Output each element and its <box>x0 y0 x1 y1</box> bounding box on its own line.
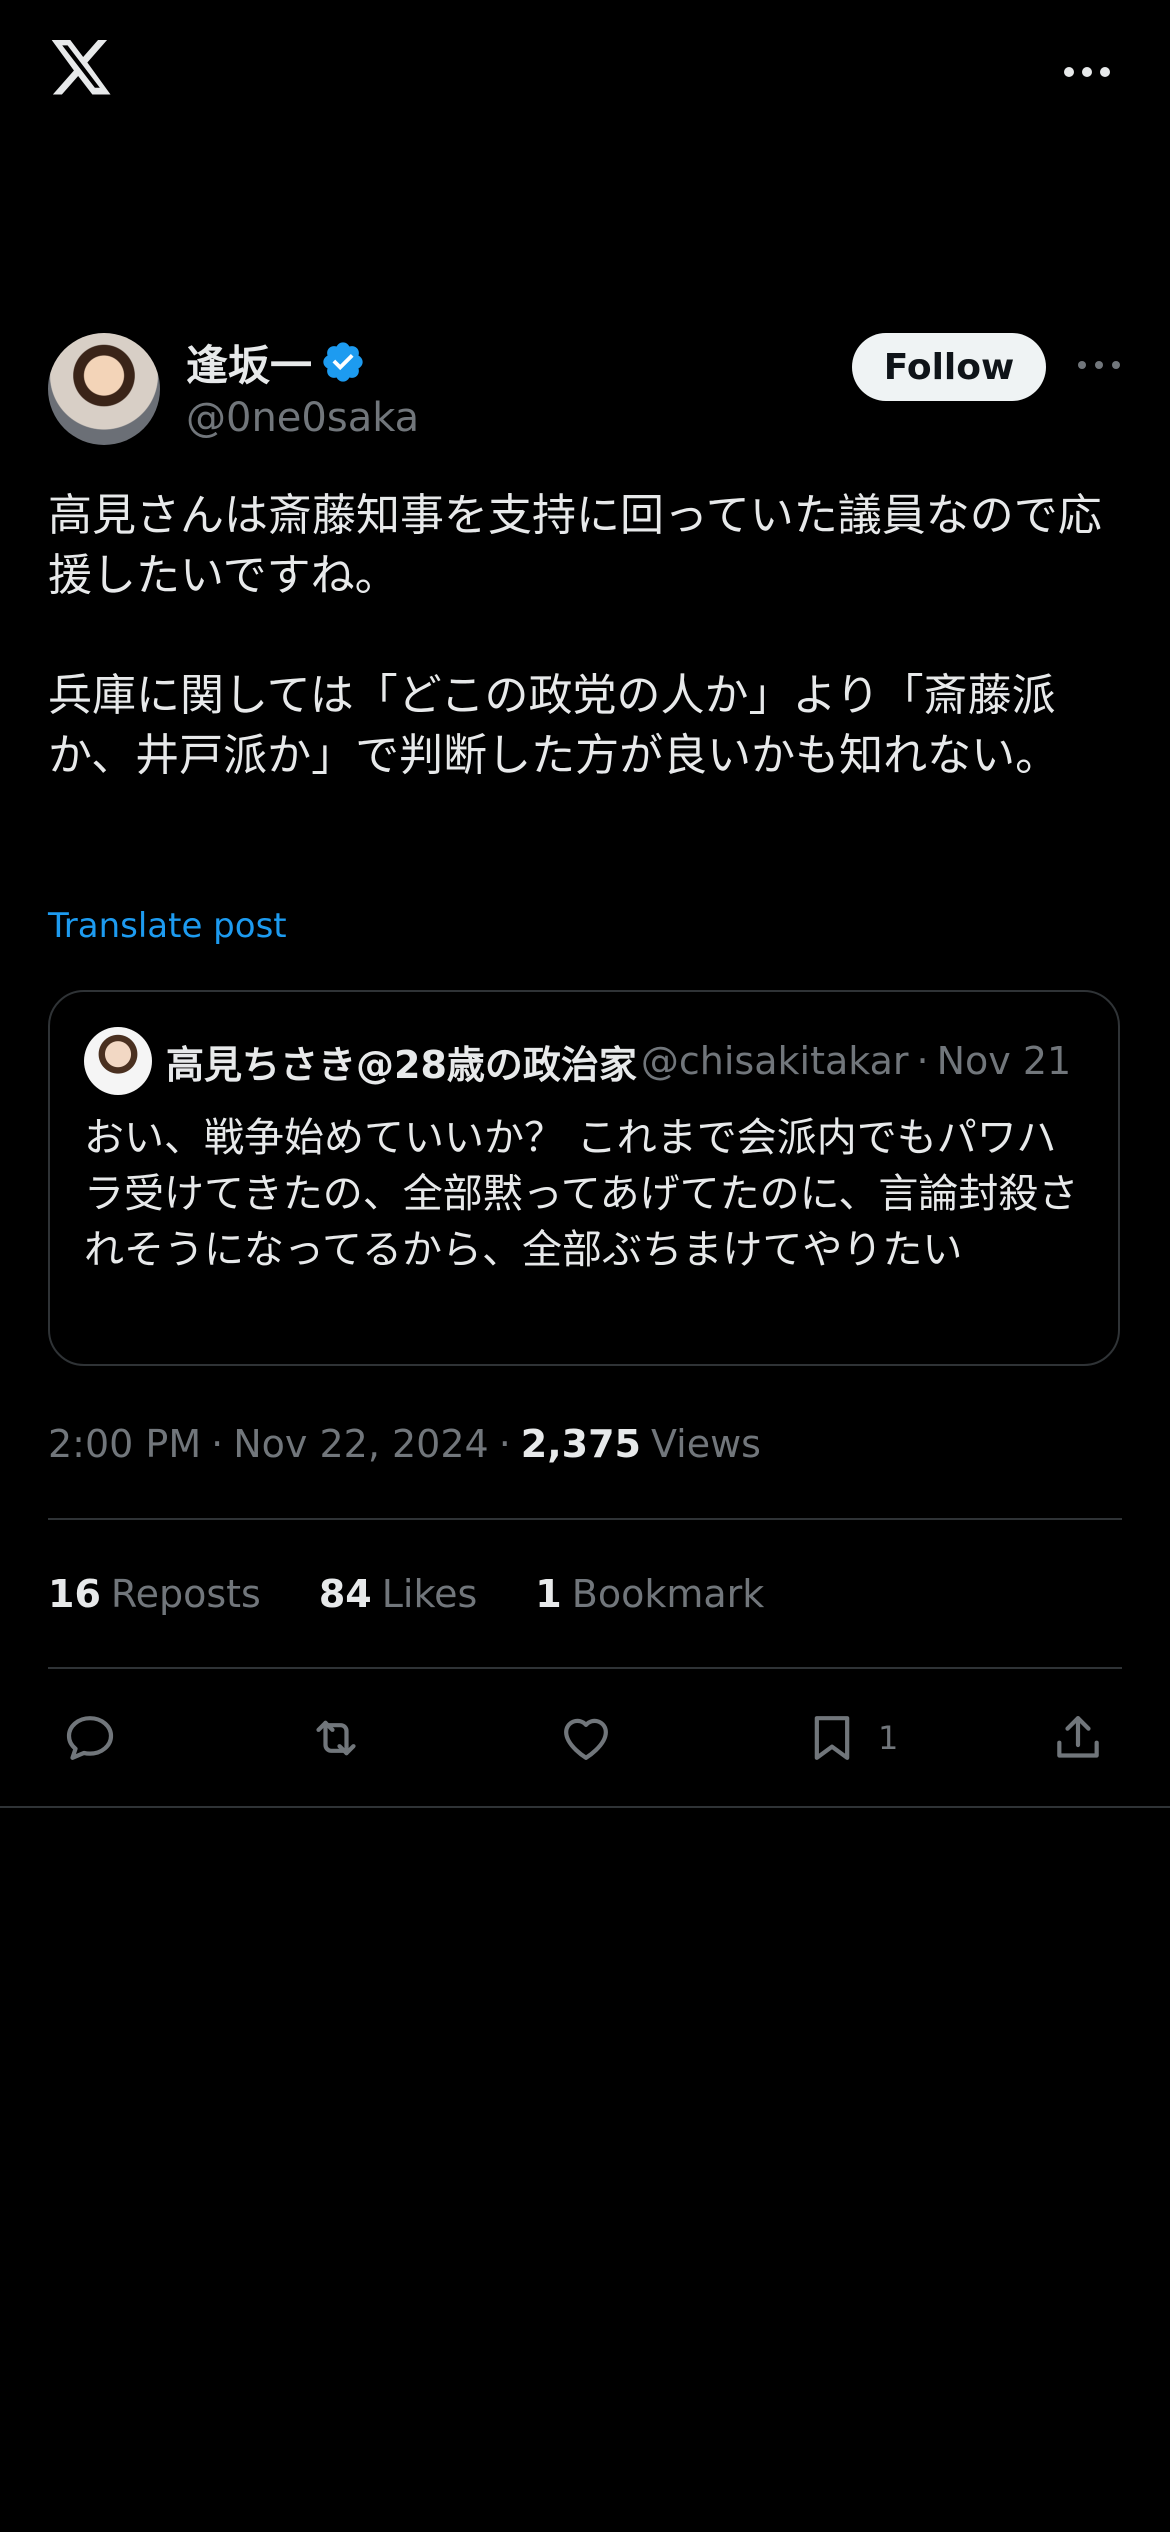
reply-button[interactable] <box>62 1710 118 1766</box>
repost-button[interactable] <box>308 1710 364 1766</box>
author-name-row: 逢坂一 <box>186 333 366 391</box>
post-date[interactable]: Nov 22, 2024 <box>233 1422 488 1466</box>
verified-badge-icon <box>323 342 363 382</box>
more-horizontal-icon[interactable] <box>1076 355 1122 375</box>
views-label: Views <box>650 1422 761 1466</box>
top-bar <box>0 0 1170 150</box>
likes-count: 84 <box>318 1572 372 1616</box>
post-paragraph: 兵庫に関しては「どこの政党の人か」より「斎藤派か、井戸派か」で判断した方が良いか… <box>48 670 1060 781</box>
quoted-author-handle: @chisakitakar <box>640 1039 909 1083</box>
bookmarks-stat[interactable]: 1 Bookmark <box>535 1572 764 1616</box>
post-time[interactable]: 2:00 PM <box>48 1422 201 1466</box>
separator-dot: · <box>916 1039 929 1083</box>
quoted-post-header: 高見ちさき@28歳の政治家 @chisakitakar · Nov 21 <box>84 1026 1088 1096</box>
views-count: 2,375 <box>520 1422 641 1466</box>
bookmarks-label: Bookmark <box>571 1572 765 1616</box>
reply-icon <box>66 1716 114 1760</box>
separator-dot: · <box>211 1422 224 1466</box>
share-icon <box>1057 1716 1099 1758</box>
more-horizontal-icon[interactable] <box>1062 62 1112 82</box>
quoted-post-text: おい、戦争始めていいか？ これまで会派内でもパワハラ受けてきたの、全部黙ってあげ… <box>84 1115 1079 1273</box>
bookmark-button[interactable]: 1 <box>804 1710 898 1766</box>
separator-dot: · <box>498 1422 511 1466</box>
quoted-post[interactable]: 高見ちさき@28歳の政治家 @chisakitakar · Nov 21 おい、… <box>48 990 1120 1366</box>
post-paragraph: 高見さんは斎藤知事を支持に回っていた議員なので応援したいですね。 <box>48 490 1102 601</box>
post-author: 逢坂一 @0ne0saka Follow <box>48 333 1122 449</box>
engagement-stats: 16 Reposts 84 Likes 1 Bookmark <box>48 1564 822 1624</box>
post-text: 高見さんは斎藤知事を支持に回っていた議員なので応援したいですね。 兵庫に関しては… <box>48 486 1122 786</box>
quoted-author-avatar <box>84 1027 152 1095</box>
action-bar: 1 <box>0 1698 1170 1778</box>
author-avatar[interactable] <box>48 333 160 445</box>
translate-post-link[interactable]: Translate post <box>48 906 287 946</box>
like-button[interactable] <box>558 1710 614 1766</box>
x-logo-icon[interactable] <box>48 40 114 100</box>
follow-button[interactable]: Follow <box>852 333 1046 401</box>
author-display-name[interactable]: 逢坂一 <box>186 332 312 393</box>
reposts-stat[interactable]: 16 Reposts <box>48 1572 261 1616</box>
quoted-author-name: 高見ちさき@28歳の政治家 <box>166 1042 637 1087</box>
repost-icon <box>316 1720 356 1756</box>
bookmarks-count: 1 <box>535 1572 562 1616</box>
bookmark-icon <box>814 1716 850 1760</box>
post-meta: 2:00 PM · Nov 22, 2024 · 2,375 Views <box>48 1414 761 1474</box>
like-icon <box>564 1718 608 1760</box>
divider <box>48 1518 1122 1520</box>
reposts-count: 16 <box>48 1572 101 1616</box>
author-handle[interactable]: @0ne0saka <box>186 395 419 441</box>
likes-stat[interactable]: 84 Likes <box>319 1572 477 1616</box>
divider <box>48 1667 1122 1669</box>
bookmark-count: 1 <box>878 1719 899 1757</box>
quoted-post-date: Nov 21 <box>936 1039 1072 1083</box>
likes-label: Likes <box>381 1572 478 1616</box>
share-button[interactable] <box>1050 1710 1106 1766</box>
divider <box>0 1806 1170 1808</box>
reposts-label: Reposts <box>110 1572 261 1616</box>
